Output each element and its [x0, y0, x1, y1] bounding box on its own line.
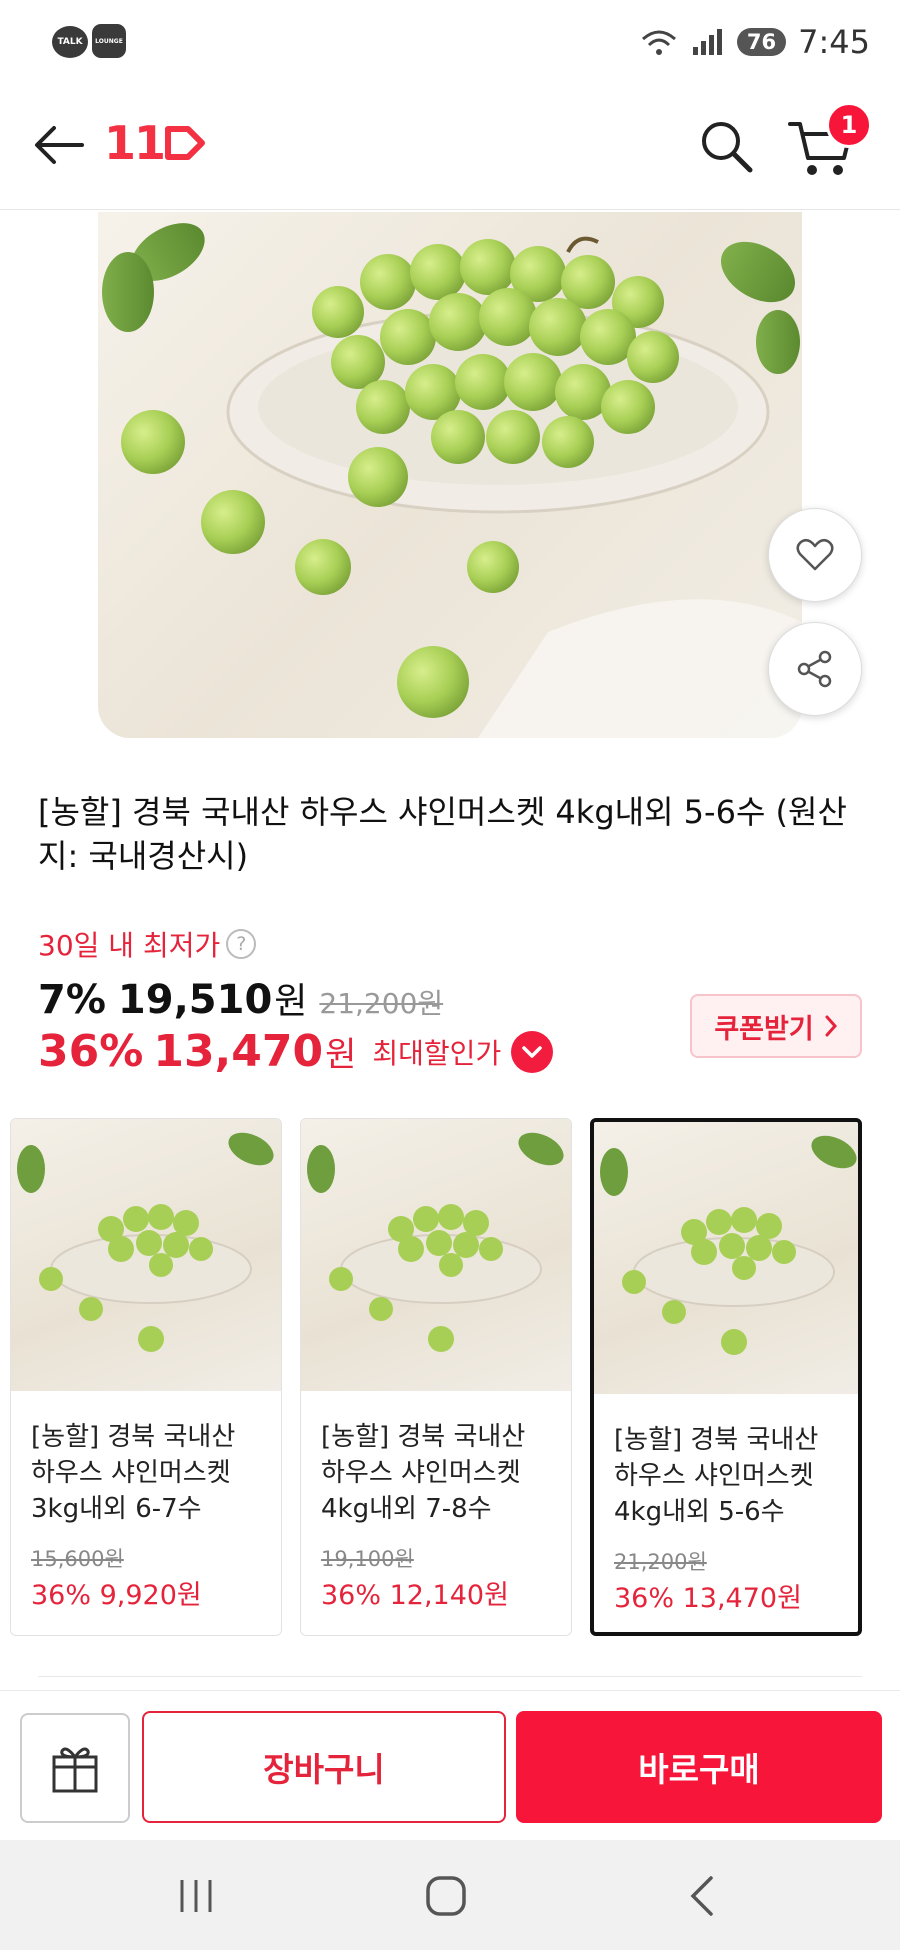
- buy-now-button[interactable]: 바로구매: [516, 1711, 882, 1823]
- wifi-icon: [641, 30, 676, 55]
- max-discount-row[interactable]: 36% 13,470 원 최대할인가: [38, 1026, 554, 1077]
- system-nav-bar: [0, 1840, 900, 1950]
- sale-discount: 7%: [38, 977, 106, 1023]
- option-thumbnail: [594, 1122, 858, 1394]
- home-icon[interactable]: [416, 1870, 476, 1922]
- option-card-3-selected[interactable]: [농할] 경북 국내산 하우스 샤인머스켓 4kg내외 5-6수 21,200원…: [590, 1118, 862, 1636]
- lowest-price-text: 30일 내 최저가: [38, 929, 221, 962]
- option-title: [농할] 경북 국내산 하우스 샤인머스켓 4kg내외 7-8수: [321, 1422, 526, 1524]
- coupon-label: 쿠폰받기: [714, 1013, 814, 1045]
- section-divider: [38, 1676, 862, 1677]
- share-icon: [797, 650, 832, 688]
- recents-icon[interactable]: [166, 1870, 226, 1922]
- option-original-price: 21,200원: [614, 1550, 707, 1574]
- max-discount-unit: 원: [325, 1035, 357, 1075]
- back-icon[interactable]: [672, 1870, 732, 1922]
- option-price: 36% 12,140원: [321, 1580, 509, 1611]
- chevron-down-icon[interactable]: [511, 1030, 554, 1073]
- grape-illustration: [102, 223, 802, 738]
- clock: 7:45: [798, 23, 870, 61]
- battery-level: 76: [736, 28, 787, 56]
- sale-price-unit: 원: [274, 981, 308, 1022]
- status-bar: TALK LOUNGE 76 7:45: [0, 0, 900, 80]
- option-card-2[interactable]: [농할] 경북 국내산 하우스 샤인머스켓 4kg내외 7-8수 19,100원…: [300, 1118, 572, 1636]
- product-main-image[interactable]: [98, 212, 802, 738]
- sale-price-row: 7% 19,510 원 21,200원: [38, 972, 443, 1024]
- option-price: 36% 13,470원: [614, 1583, 802, 1614]
- add-to-cart-button[interactable]: 장바구니: [142, 1711, 506, 1823]
- option-card-1[interactable]: [농할] 경북 국내산 하우스 샤인머스켓 3kg내외 6-7수 15,600원…: [10, 1118, 282, 1636]
- search-icon[interactable]: [696, 116, 756, 176]
- like-button[interactable]: [768, 508, 862, 602]
- max-discount-rate: 36%: [38, 1026, 144, 1077]
- share-button[interactable]: [768, 622, 862, 716]
- option-title: [농할] 경북 국내산 하우스 샤인머스켓 3kg내외 6-7수: [31, 1422, 236, 1524]
- sale-price: 19,510: [117, 977, 273, 1023]
- option-title: [농할] 경북 국내산 하우스 샤인머스켓 4kg내외 5-6수: [614, 1425, 819, 1527]
- heart-icon: [796, 538, 834, 571]
- back-arrow-icon[interactable]: [30, 120, 90, 170]
- max-discount-price: 13,470: [153, 1026, 324, 1077]
- signal-icon: [692, 29, 722, 55]
- coupon-button[interactable]: 쿠폰받기: [690, 994, 862, 1058]
- option-price: 36% 9,920원: [31, 1580, 202, 1611]
- product-title: [농할] 경북 국내산 하우스 샤인머스켓 4kg내외 5-6수 (원산지: 국…: [38, 793, 847, 875]
- cart-count-badge: 1: [826, 102, 872, 148]
- option-original-price: 19,100원: [321, 1547, 414, 1571]
- lounge-notification-icon: LOUNGE: [92, 24, 126, 58]
- option-thumbnail: [301, 1119, 571, 1391]
- kakaotalk-notification-icon: TALK: [52, 26, 88, 58]
- purchase-action-bar: 장바구니 바로구매: [0, 1690, 900, 1840]
- brand-logo[interactable]: 11: [104, 116, 208, 170]
- logo-mark-icon: [165, 126, 206, 160]
- lowest-price-label: 30일 내 최저가 ?: [38, 924, 257, 964]
- option-thumbnail: [11, 1119, 281, 1391]
- chevron-right-icon: [825, 1015, 837, 1037]
- app-header: 11 1: [0, 80, 900, 210]
- gift-button[interactable]: [20, 1713, 130, 1823]
- option-original-price: 15,600원: [31, 1547, 124, 1571]
- original-price: 21,200원: [319, 987, 444, 1020]
- gift-icon: [52, 1747, 98, 1793]
- help-icon[interactable]: ?: [226, 929, 257, 959]
- max-discount-label: 최대할인가: [372, 1036, 502, 1070]
